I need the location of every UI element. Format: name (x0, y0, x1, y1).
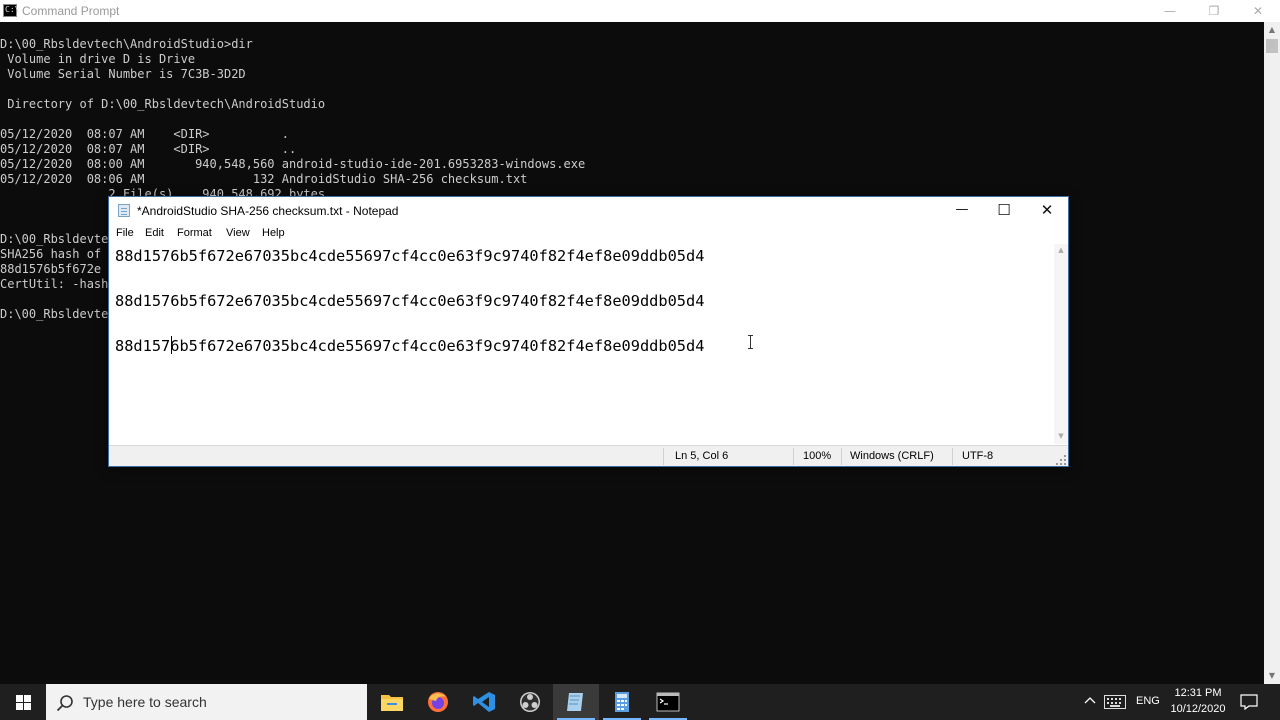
taskbar-file-explorer[interactable] (369, 684, 415, 720)
cmd-minimize-button[interactable]: — (1148, 0, 1192, 22)
console-line: Volume Serial Number is 7C3B-3D2D (0, 67, 246, 81)
text-line: 88d1576b5f672e67035bc4cde55697cf4cc0e63f… (115, 247, 705, 265)
menu-format[interactable]: Format (177, 227, 212, 239)
touch-keyboard-icon[interactable] (1104, 695, 1126, 709)
notepad-window-title: *AndroidStudio SHA-256 checksum.txt - No… (137, 204, 399, 218)
console-line: 05/12/2020 08:07 AM <DIR> .. (0, 142, 297, 156)
notepad-close-button[interactable]: ✕ (1025, 197, 1069, 223)
console-line: Directory of D:\00_Rbsldevtech\AndroidSt… (0, 97, 326, 111)
menu-view[interactable]: View (226, 227, 250, 239)
clock-date[interactable]: 10/12/2020 (1168, 703, 1228, 715)
show-hidden-icons-chevron-icon[interactable] (1082, 693, 1098, 709)
folder-icon (381, 695, 403, 711)
notepad-vertical-scrollbar[interactable]: ▲ ▼ (1054, 244, 1068, 444)
calculator-icon (615, 692, 629, 712)
search-icon (56, 694, 74, 712)
resize-grip-icon[interactable] (1056, 455, 1066, 465)
cmd-vertical-scrollbar[interactable]: ▲ ▼ (1264, 22, 1280, 684)
status-divider (952, 448, 953, 465)
console-line: CertUtil: -hash (0, 277, 109, 291)
text-caret (171, 336, 172, 354)
notepad-title-bar[interactable]: *AndroidStudio SHA-256 checksum.txt - No… (109, 197, 1068, 223)
console-line: SHA256 hash of (0, 247, 102, 261)
console-line: 05/12/2020 08:07 AM <DIR> . (0, 127, 289, 141)
taskbar-calculator[interactable] (599, 684, 645, 720)
scroll-down-arrow-icon[interactable]: ▼ (1264, 668, 1280, 684)
notepad-text-area[interactable]: 88d1576b5f672e67035bc4cde55697cf4cc0e63f… (109, 244, 1054, 444)
firefox-icon (428, 692, 448, 712)
status-zoom: 100% (803, 450, 832, 462)
notepad-menu-bar: File Edit Format View Help (109, 225, 1068, 243)
status-divider (663, 448, 664, 465)
console-line: 88d1576b5f672e (0, 262, 102, 276)
menu-edit[interactable]: Edit (145, 227, 164, 239)
taskbar-vscode[interactable] (461, 684, 507, 720)
console-line: D:\00_Rbsldevtech\AndroidStudio>dir (0, 37, 253, 51)
ibeam-cursor-icon (748, 335, 754, 349)
clock-time[interactable]: 12:31 PM (1170, 687, 1226, 699)
scroll-down-arrow-icon[interactable]: ▼ (1054, 430, 1068, 442)
status-divider (841, 448, 842, 465)
vscode-icon (473, 692, 495, 712)
scroll-up-arrow-icon[interactable]: ▲ (1264, 22, 1280, 38)
taskbar-command-prompt[interactable] (645, 684, 691, 720)
console-line: 05/12/2020 08:06 AM 132 AndroidStudio SH… (0, 172, 528, 186)
cmd-restore-button[interactable]: ❐ (1192, 0, 1236, 22)
status-cursor-position: Ln 5, Col 6 (675, 450, 729, 462)
status-divider (793, 448, 794, 465)
scroll-up-arrow-icon[interactable]: ▲ (1054, 244, 1068, 256)
notepad-icon (118, 204, 130, 217)
notepad-status-bar: Ln 5, Col 6 100% Windows (CRLF) UTF-8 (109, 445, 1068, 466)
windows-logo-icon (16, 695, 23, 702)
text-line: 88d1576b5f672e67035bc4cde55697cf4cc0e63f… (115, 292, 705, 310)
status-line-ending: Windows (CRLF) (850, 450, 934, 462)
console-line: 05/12/2020 08:00 AM 940,548,560 android-… (0, 157, 586, 171)
notepad-icon (567, 693, 583, 711)
windows-taskbar: Type here to search ENG 12:31 PM 10/12/2… (0, 684, 1280, 720)
cmd-scroll-thumb[interactable] (1266, 39, 1278, 53)
taskbar-firefox[interactable] (415, 684, 461, 720)
taskbar-search-box[interactable]: Type here to search (46, 684, 367, 720)
obs-icon (520, 692, 540, 712)
console-line: D:\00_Rbsldevte (0, 307, 109, 321)
notepad-minimize-button[interactable]: — (940, 197, 984, 223)
console-line: Volume in drive D is Drive (0, 52, 196, 66)
notification-center-icon[interactable] (1240, 694, 1258, 711)
input-language-indicator[interactable]: ENG (1136, 695, 1160, 707)
console-line: D:\00_Rbsldevte (0, 232, 109, 246)
taskbar-notepad[interactable] (553, 684, 599, 720)
cmd-icon (656, 692, 680, 712)
cmd-close-button[interactable]: ✕ (1236, 0, 1280, 22)
cmd-window-title: Command Prompt (22, 4, 120, 18)
notepad-maximize-button[interactable]: ☐ (982, 197, 1026, 223)
notepad-window[interactable]: *AndroidStudio SHA-256 checksum.txt - No… (108, 196, 1069, 467)
taskbar-obs-studio[interactable] (507, 684, 553, 720)
cmd-title-bar[interactable]: C:\ Command Prompt — ❐ ✕ (0, 0, 1280, 22)
search-placeholder: Type here to search (83, 694, 207, 710)
menu-help[interactable]: Help (262, 227, 285, 239)
status-encoding: UTF-8 (962, 450, 994, 462)
start-button[interactable] (0, 684, 46, 720)
text-line: 88d1576b5f672e67035bc4cde55697cf4cc0e63f… (115, 337, 705, 355)
menu-file[interactable]: File (116, 227, 134, 239)
cmd-window-icon: C:\ (3, 4, 20, 17)
cmd-icon-glyph: C:\ (5, 5, 20, 14)
